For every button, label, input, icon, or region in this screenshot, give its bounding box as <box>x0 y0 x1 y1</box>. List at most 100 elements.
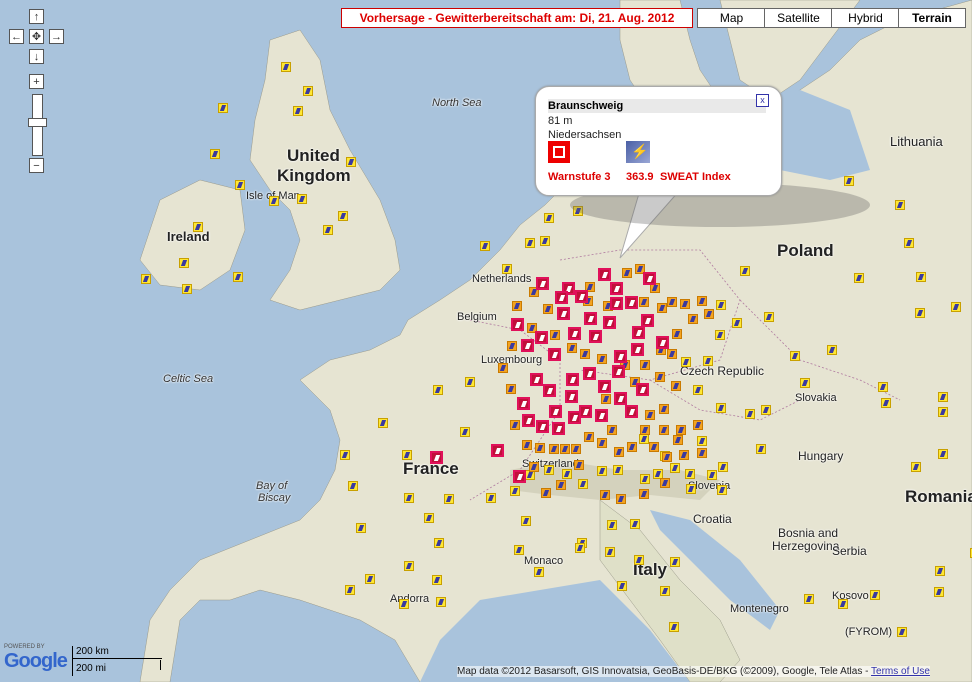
thunderstorm-marker-icon[interactable] <box>522 440 532 450</box>
pan-left-button[interactable]: ← <box>9 29 24 44</box>
thunderstorm-marker-icon[interactable] <box>432 575 442 585</box>
thunderstorm-warning-marker-icon[interactable] <box>583 367 596 380</box>
thunderstorm-marker-icon[interactable] <box>378 418 388 428</box>
thunderstorm-warning-marker-icon[interactable] <box>603 316 616 329</box>
map-type-hybrid-button[interactable]: Hybrid <box>831 8 900 28</box>
thunderstorm-warning-marker-icon[interactable] <box>610 297 623 310</box>
thunderstorm-marker-icon[interactable] <box>510 420 520 430</box>
thunderstorm-marker-icon[interactable] <box>667 297 677 307</box>
thunderstorm-marker-icon[interactable] <box>800 378 810 388</box>
thunderstorm-marker-icon[interactable] <box>897 627 907 637</box>
thunderstorm-marker-icon[interactable] <box>688 314 698 324</box>
thunderstorm-marker-icon[interactable] <box>521 516 531 526</box>
pan-right-button[interactable]: → <box>49 29 64 44</box>
map-type-terrain-button[interactable]: Terrain <box>898 8 966 28</box>
thunderstorm-warning-marker-icon[interactable] <box>612 365 625 378</box>
thunderstorm-marker-icon[interactable] <box>667 349 677 359</box>
thunderstorm-marker-icon[interactable] <box>543 304 553 314</box>
thunderstorm-warning-marker-icon[interactable] <box>513 470 526 483</box>
thunderstorm-marker-icon[interactable] <box>854 273 864 283</box>
thunderstorm-warning-marker-icon[interactable] <box>598 380 611 393</box>
thunderstorm-marker-icon[interactable] <box>345 585 355 595</box>
thunderstorm-marker-icon[interactable] <box>827 345 837 355</box>
thunderstorm-marker-icon[interactable] <box>323 225 333 235</box>
thunderstorm-marker-icon[interactable] <box>578 479 588 489</box>
thunderstorm-marker-icon[interactable] <box>540 236 550 246</box>
thunderstorm-marker-icon[interactable] <box>870 590 880 600</box>
thunderstorm-warning-marker-icon[interactable] <box>568 411 581 424</box>
thunderstorm-warning-marker-icon[interactable] <box>543 384 556 397</box>
thunderstorm-marker-icon[interactable] <box>659 425 669 435</box>
thunderstorm-marker-icon[interactable] <box>627 442 637 452</box>
thunderstorm-warning-marker-icon[interactable] <box>557 307 570 320</box>
thunderstorm-warning-marker-icon[interactable] <box>614 392 627 405</box>
thunderstorm-warning-marker-icon[interactable] <box>632 326 645 339</box>
thunderstorm-marker-icon[interactable] <box>951 302 961 312</box>
thunderstorm-marker-icon[interactable] <box>571 444 581 454</box>
thunderstorm-marker-icon[interactable] <box>607 520 617 530</box>
thunderstorm-marker-icon[interactable] <box>293 106 303 116</box>
thunderstorm-marker-icon[interactable] <box>498 363 508 373</box>
thunderstorm-marker-icon[interactable] <box>697 296 707 306</box>
thunderstorm-marker-icon[interactable] <box>671 381 681 391</box>
thunderstorm-marker-icon[interactable] <box>672 329 682 339</box>
thunderstorm-marker-icon[interactable] <box>669 622 679 632</box>
thunderstorm-marker-icon[interactable] <box>662 452 672 462</box>
thunderstorm-warning-marker-icon[interactable] <box>595 409 608 422</box>
thunderstorm-warning-marker-icon[interactable] <box>589 330 602 343</box>
thunderstorm-marker-icon[interactable] <box>634 555 644 565</box>
thunderstorm-warning-marker-icon[interactable] <box>568 327 581 340</box>
thunderstorm-marker-icon[interactable] <box>346 157 356 167</box>
thunderstorm-marker-icon[interactable] <box>549 444 559 454</box>
thunderstorm-marker-icon[interactable] <box>597 438 607 448</box>
thunderstorm-marker-icon[interactable] <box>670 463 680 473</box>
thunderstorm-marker-icon[interactable] <box>622 268 632 278</box>
terrain-map[interactable] <box>0 0 972 682</box>
terms-of-use-link[interactable]: Terms of Use <box>871 666 930 677</box>
thunderstorm-warning-marker-icon[interactable] <box>625 296 638 309</box>
thunderstorm-marker-icon[interactable] <box>607 425 617 435</box>
thunderstorm-marker-icon[interactable] <box>745 409 755 419</box>
thunderstorm-marker-icon[interactable] <box>597 466 607 476</box>
thunderstorm-marker-icon[interactable] <box>878 382 888 392</box>
thunderstorm-warning-marker-icon[interactable] <box>610 282 623 295</box>
thunderstorm-marker-icon[interactable] <box>506 384 516 394</box>
thunderstorm-marker-icon[interactable] <box>659 404 669 414</box>
thunderstorm-marker-icon[interactable] <box>916 272 926 282</box>
thunderstorm-marker-icon[interactable] <box>573 206 583 216</box>
thunderstorm-marker-icon[interactable] <box>614 447 624 457</box>
thunderstorm-marker-icon[interactable] <box>580 349 590 359</box>
thunderstorm-marker-icon[interactable] <box>529 462 539 472</box>
thunderstorm-marker-icon[interactable] <box>693 385 703 395</box>
thunderstorm-marker-icon[interactable] <box>938 407 948 417</box>
thunderstorm-warning-marker-icon[interactable] <box>511 318 524 331</box>
thunderstorm-warning-marker-icon[interactable] <box>643 272 656 285</box>
thunderstorm-marker-icon[interactable] <box>613 465 623 475</box>
thunderstorm-marker-icon[interactable] <box>655 372 665 382</box>
thunderstorm-marker-icon[interactable] <box>938 392 948 402</box>
thunderstorm-marker-icon[interactable] <box>399 599 409 609</box>
thunderstorm-marker-icon[interactable] <box>601 394 611 404</box>
thunderstorm-marker-icon[interactable] <box>895 200 905 210</box>
thunderstorm-marker-icon[interactable] <box>297 194 307 204</box>
thunderstorm-marker-icon[interactable] <box>697 436 707 446</box>
thunderstorm-marker-icon[interactable] <box>790 351 800 361</box>
thunderstorm-warning-marker-icon[interactable] <box>555 291 568 304</box>
thunderstorm-marker-icon[interactable] <box>640 474 650 484</box>
thunderstorm-marker-icon[interactable] <box>507 341 517 351</box>
thunderstorm-marker-icon[interactable] <box>761 405 771 415</box>
thunderstorm-marker-icon[interactable] <box>541 488 551 498</box>
thunderstorm-marker-icon[interactable] <box>605 547 615 557</box>
thunderstorm-marker-icon[interactable] <box>681 357 691 367</box>
thunderstorm-warning-marker-icon[interactable] <box>625 405 638 418</box>
thunderstorm-warning-marker-icon[interactable] <box>517 397 530 410</box>
thunderstorm-marker-icon[interactable] <box>639 489 649 499</box>
thunderstorm-marker-icon[interactable] <box>193 222 203 232</box>
thunderstorm-marker-icon[interactable] <box>534 567 544 577</box>
thunderstorm-warning-marker-icon[interactable] <box>656 336 669 349</box>
map-type-map-button[interactable]: Map <box>697 8 766 28</box>
thunderstorm-marker-icon[interactable] <box>210 149 220 159</box>
thunderstorm-marker-icon[interactable] <box>512 301 522 311</box>
thunderstorm-marker-icon[interactable] <box>218 103 228 113</box>
thunderstorm-marker-icon[interactable] <box>600 490 610 500</box>
